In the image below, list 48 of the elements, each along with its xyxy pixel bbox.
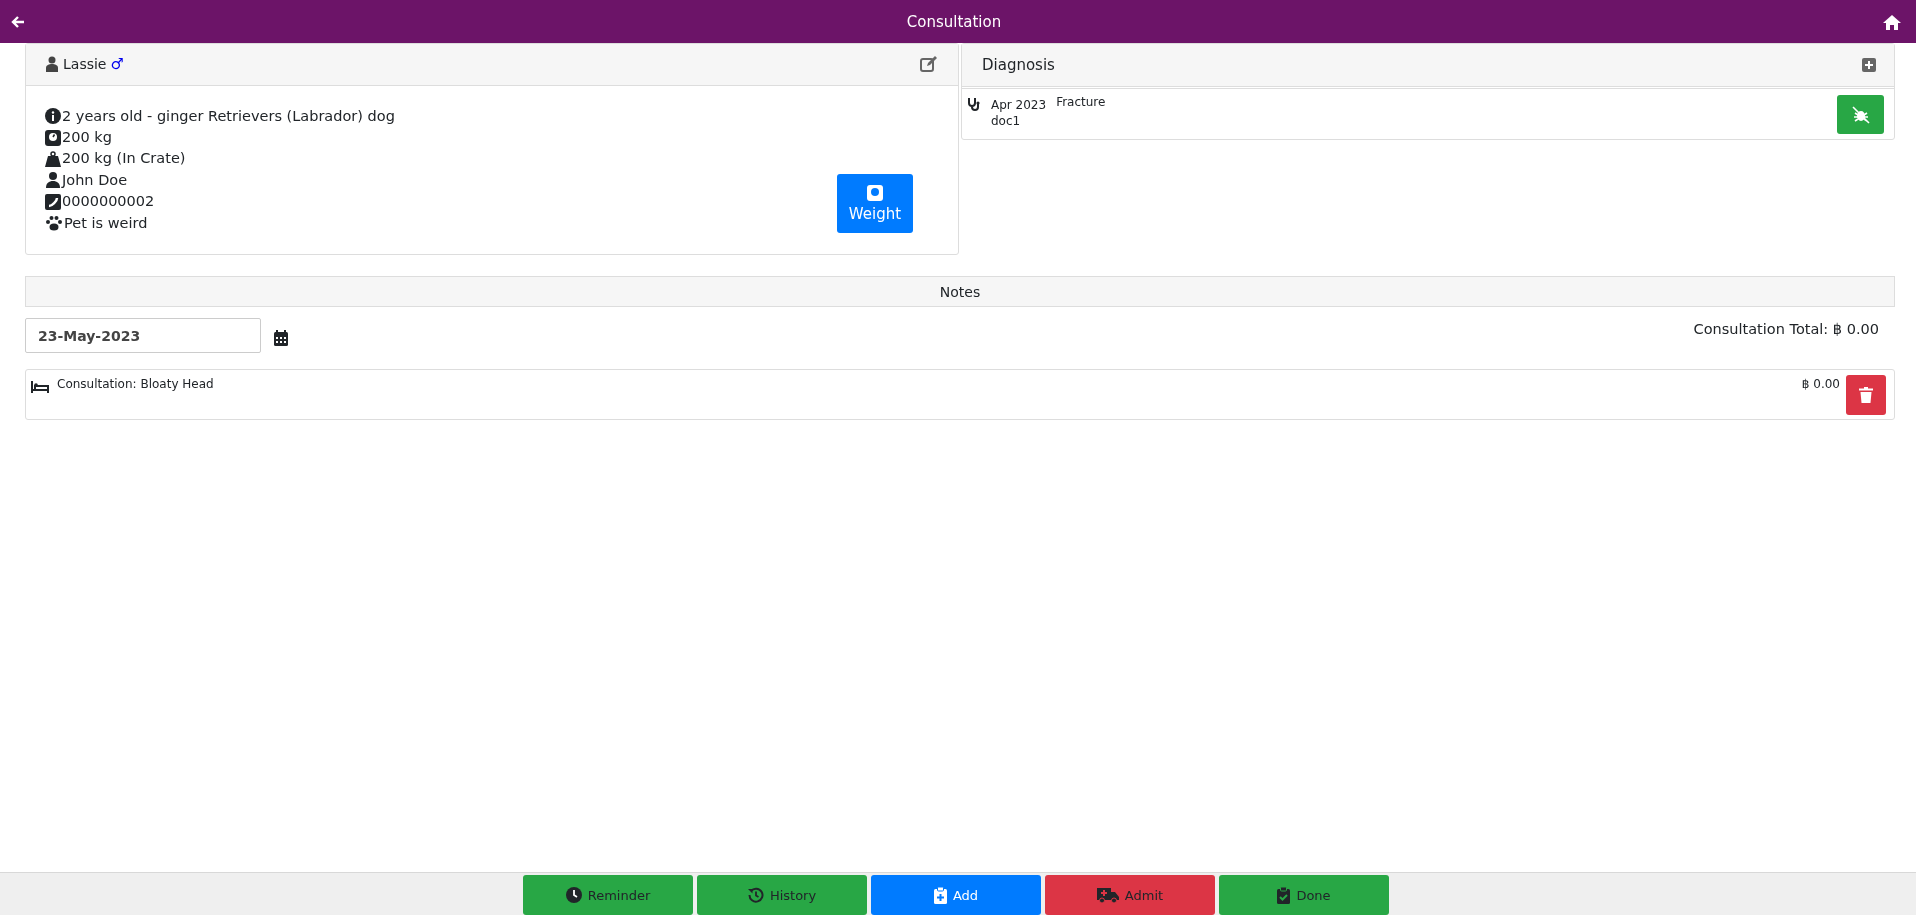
- clipboard-check-icon: [1277, 886, 1291, 904]
- pet-detail-text: John Doe: [62, 170, 128, 190]
- footer-button[interactable]: Add: [871, 875, 1041, 915]
- weight-bag-icon: [45, 151, 61, 168]
- pet-detail-text: 2 years old - ginger Retrievers (Labrador) dog: [62, 106, 395, 126]
- footer-button[interactable]: Admit: [1045, 875, 1215, 915]
- back-arrow-icon[interactable]: [10, 13, 26, 30]
- person-icon: [45, 172, 61, 189]
- pet-detail-text: 200 kg: [62, 127, 112, 147]
- pet-detail-text: 0000000002: [62, 192, 155, 212]
- pet-detail-text: 200 kg (In Crate): [62, 149, 186, 169]
- clipboard-plus-icon: [933, 886, 947, 904]
- doctor-name: doc1: [991, 113, 1022, 129]
- diagnosis-name: Fracture: [1056, 95, 1106, 110]
- clock-icon: [565, 887, 582, 903]
- bed-icon: [31, 380, 49, 394]
- footer-button[interactable]: Reminder: [523, 875, 693, 915]
- weight-button[interactable]: Weight: [837, 174, 913, 233]
- note-price: ฿ 0.00: [1801, 377, 1840, 391]
- home-icon[interactable]: [1882, 13, 1902, 30]
- scale-icon: [867, 184, 883, 201]
- diagnosis-date: Apr 2023: [991, 97, 1047, 113]
- paw-icon: [45, 215, 63, 232]
- sex-symbol: ♂: [110, 55, 124, 74]
- consultation-total: Consultation Total: ฿ 0.00: [1693, 321, 1879, 337]
- footer-button[interactable]: Done: [1219, 875, 1389, 915]
- delete-button[interactable]: [1846, 375, 1886, 415]
- trash-icon: [1859, 387, 1873, 403]
- pet-owner-icon: [45, 56, 59, 73]
- bug-icon: [1850, 105, 1871, 124]
- stethoscope-icon: [967, 97, 981, 111]
- note-text: Consultation: Bloaty Head: [57, 377, 214, 391]
- notes-header: Notes: [25, 276, 1895, 307]
- diagnosis-action-button[interactable]: [1837, 95, 1884, 134]
- phone-icon: [45, 193, 61, 210]
- calendar-icon[interactable]: [274, 330, 288, 346]
- page-title: Consultation: [906, 12, 1002, 31]
- scale-icon: [45, 129, 61, 146]
- info-icon: [45, 108, 61, 125]
- diagnosis-title: Diagnosis: [982, 56, 1055, 74]
- edit-icon[interactable]: [920, 56, 938, 73]
- footer-button[interactable]: History: [697, 875, 867, 915]
- ambulance-icon: [1096, 887, 1119, 903]
- date-field[interactable]: 23-May-2023: [25, 318, 261, 353]
- pet-detail-text: Pet is weird: [64, 213, 148, 233]
- pet-name: Lassie: [63, 56, 107, 73]
- history-icon: [747, 887, 764, 903]
- add-icon[interactable]: [1862, 58, 1876, 72]
